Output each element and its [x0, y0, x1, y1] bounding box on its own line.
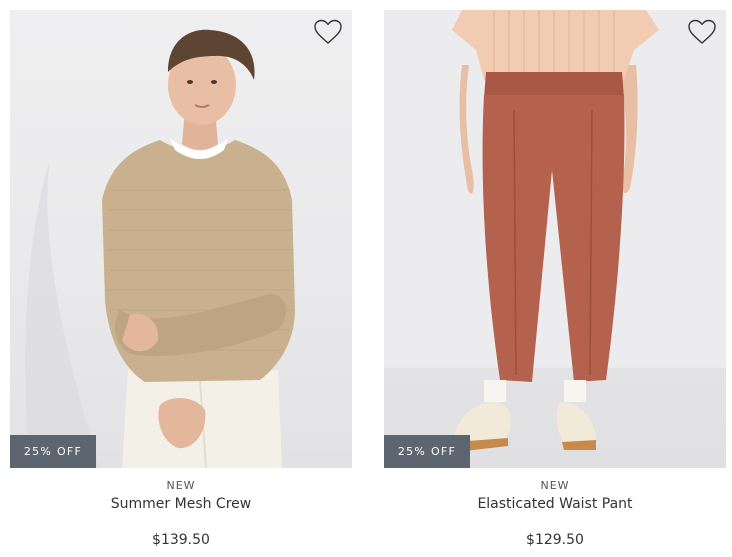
product-image[interactable]: 25% OFF: [10, 10, 352, 468]
product-image[interactable]: 25% OFF: [384, 10, 726, 468]
product-card[interactable]: 25% OFF NEW Elasticated Waist Pant $129.…: [384, 10, 726, 548]
discount-badge: 25% OFF: [10, 435, 96, 468]
new-label: NEW: [540, 479, 570, 492]
heart-outline-icon: [314, 19, 342, 44]
heart-outline-icon: [688, 19, 716, 44]
product-name[interactable]: Summer Mesh Crew: [10, 496, 352, 512]
discount-badge: 25% OFF: [384, 435, 470, 468]
new-label: NEW: [166, 479, 196, 492]
product-photo: [452, 10, 659, 452]
product-card[interactable]: 25% OFF NEW Summer Mesh Crew $139.50: [10, 10, 352, 548]
product-price: $139.50: [152, 532, 210, 548]
product-name[interactable]: Elasticated Waist Pant: [384, 496, 726, 512]
favorite-button[interactable]: [688, 19, 716, 45]
favorite-button[interactable]: [314, 19, 342, 45]
product-price: $129.50: [526, 532, 584, 548]
product-photo: [25, 29, 295, 468]
